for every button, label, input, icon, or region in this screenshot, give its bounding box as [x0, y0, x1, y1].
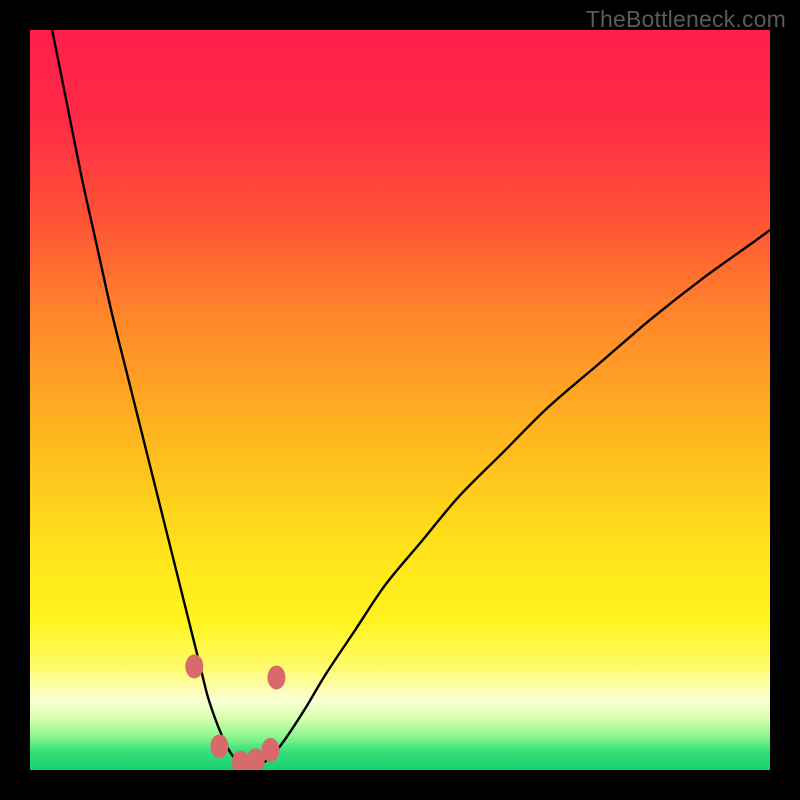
curve-marker — [262, 738, 280, 762]
curve-marker — [210, 734, 228, 758]
curve-line — [52, 30, 770, 767]
curve-marker — [267, 666, 285, 690]
watermark-text: TheBottleneck.com — [586, 6, 786, 33]
chart-frame: TheBottleneck.com — [0, 0, 800, 800]
plot-area — [30, 30, 770, 770]
curve-markers — [185, 654, 285, 770]
curve-marker — [185, 654, 203, 678]
bottleneck-curve — [30, 30, 770, 770]
